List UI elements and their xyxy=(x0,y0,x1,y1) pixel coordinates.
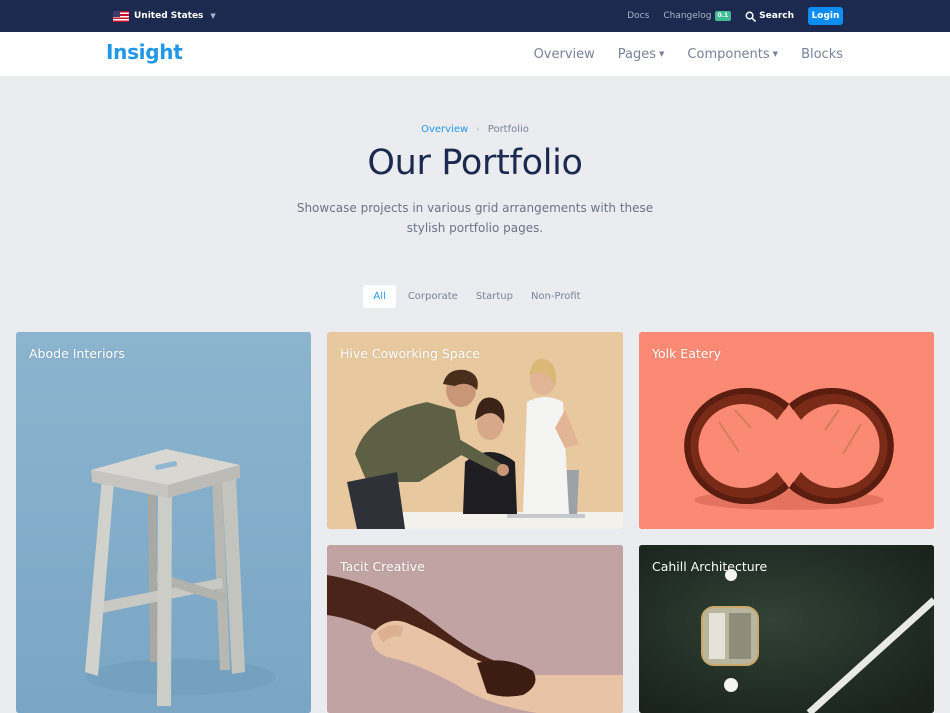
login-button[interactable]: Login xyxy=(808,7,843,25)
changelog-label: Changelog xyxy=(663,11,712,21)
card-title: Hive Coworking Space xyxy=(340,346,480,361)
nav-item-label: Blocks xyxy=(801,46,843,62)
nav-item-label: Overview xyxy=(533,46,595,62)
us-flag-icon xyxy=(113,10,129,22)
portfolio-filter-tabs: All Corporate Startup Non-Profit xyxy=(0,285,950,308)
docs-link[interactable]: Docs xyxy=(627,11,649,21)
donuts-image xyxy=(639,332,934,529)
filter-non-profit[interactable]: Non-Profit xyxy=(525,285,587,308)
nav-item-components[interactable]: Components ▼ xyxy=(687,47,778,62)
portfolio-card-abode-interiors[interactable]: Abode Interiors xyxy=(16,332,311,713)
changelog-link[interactable]: Changelog 0.1 xyxy=(663,11,732,21)
breadcrumb-overview-link[interactable]: Overview xyxy=(421,124,468,135)
portfolio-card-yolk-eatery[interactable]: Yolk Eatery xyxy=(639,332,934,529)
card-title: Abode Interiors xyxy=(29,346,125,361)
portfolio-card-tacit-creative[interactable]: Tacit Creative xyxy=(327,545,623,713)
filter-all[interactable]: All xyxy=(363,285,396,308)
filter-startup[interactable]: Startup xyxy=(470,285,519,308)
top-utility-bar: United States ▼ Docs Changelog 0.1 Searc… xyxy=(0,0,950,32)
breadcrumb-current: Portfolio xyxy=(487,124,529,135)
search-label: Search xyxy=(759,11,794,21)
top-utility-links: Docs Changelog 0.1 Search Login xyxy=(627,7,843,25)
caret-down-icon: ▼ xyxy=(659,50,665,58)
breadcrumb: Overview › Portfolio xyxy=(0,124,950,135)
country-selector[interactable]: United States ▼ xyxy=(113,9,216,23)
nav-menu: Overview Pages ▼ Components ▼ Blocks xyxy=(534,32,843,76)
portfolio-card-cahill-architecture[interactable]: Cahill Architecture xyxy=(639,545,934,713)
page-title: Our Portfolio xyxy=(367,143,583,183)
portfolio-card-hive-coworking-space[interactable]: Hive Coworking Space xyxy=(327,332,623,529)
main-navbar: Insight Overview Pages ▼ Components ▼ Bloc… xyxy=(0,32,950,76)
team-meeting-image xyxy=(327,332,623,529)
search-icon xyxy=(745,11,757,22)
caret-down-icon: ▼ xyxy=(210,12,216,20)
nav-item-label: Components xyxy=(687,46,770,62)
nav-item-label: Pages xyxy=(617,46,657,62)
card-title: Yolk Eatery xyxy=(652,346,721,361)
changelog-version-badge: 0.1 xyxy=(714,11,732,21)
card-title: Tacit Creative xyxy=(340,559,425,574)
nav-item-blocks[interactable]: Blocks xyxy=(801,47,843,62)
nav-item-overview[interactable]: Overview xyxy=(534,47,595,62)
nav-item-pages[interactable]: Pages ▼ xyxy=(618,47,665,62)
search-link[interactable]: Search xyxy=(745,11,794,22)
chevron-right-icon: › xyxy=(476,125,480,135)
filter-corporate[interactable]: Corporate xyxy=(402,285,464,308)
caret-down-icon: ▼ xyxy=(772,50,779,58)
country-label: United States xyxy=(134,11,204,21)
stool-image xyxy=(16,332,311,713)
page-lead: Showcase projects in various grid arrang… xyxy=(296,201,654,235)
card-title: Cahill Architecture xyxy=(652,559,768,574)
brand-logo[interactable]: Insight xyxy=(106,40,183,64)
